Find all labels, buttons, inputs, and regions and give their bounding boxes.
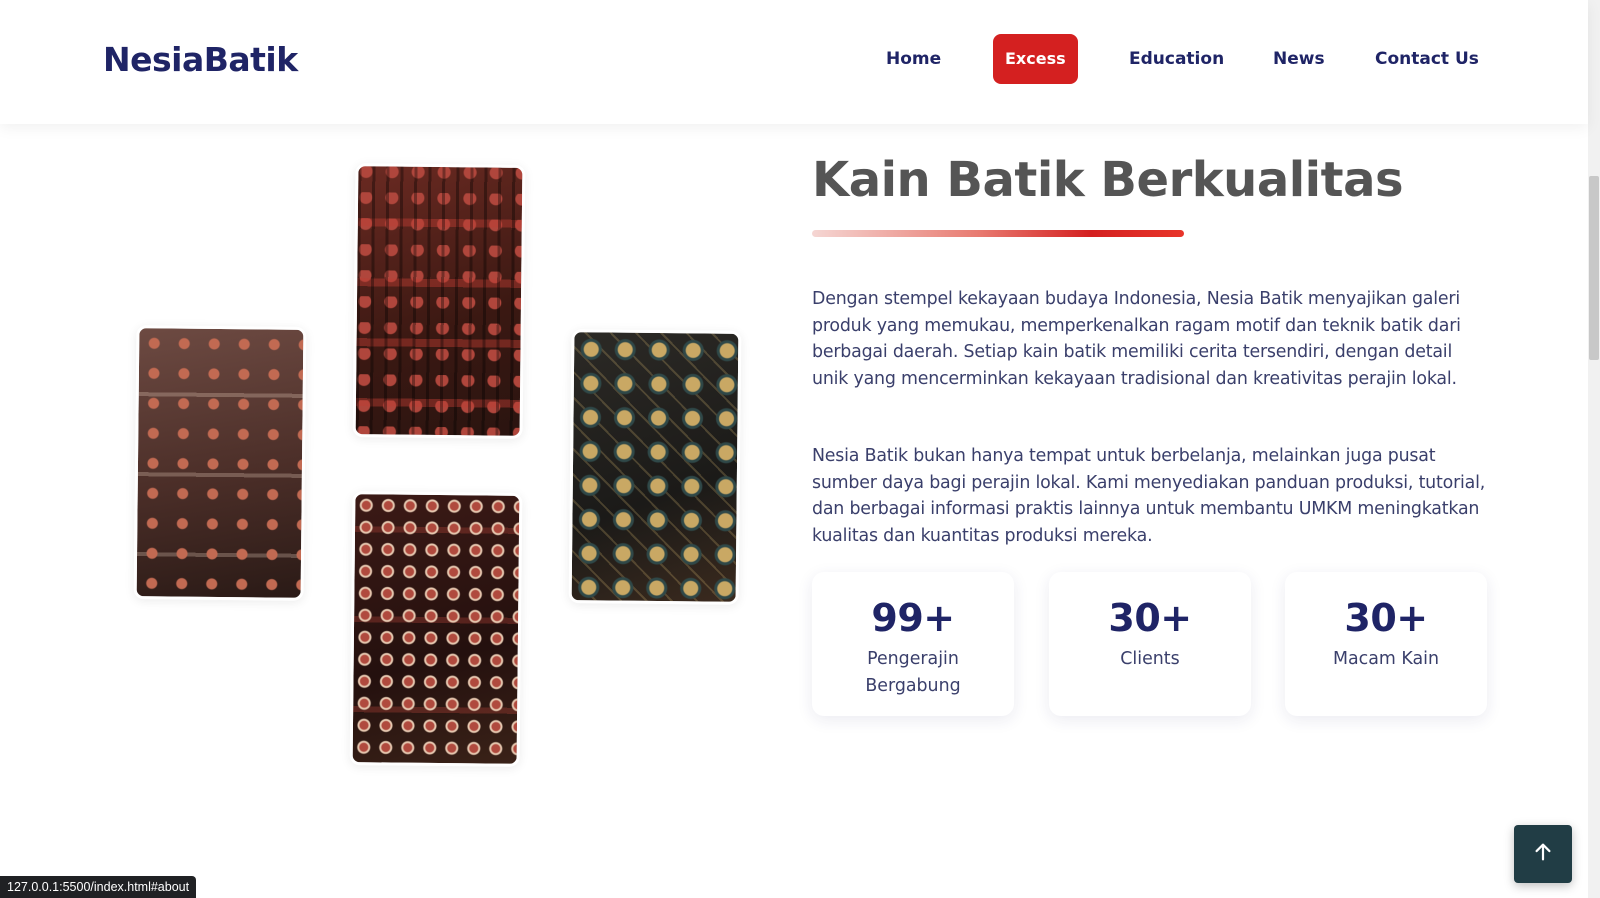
batik-fabric-image [355, 166, 523, 436]
stat-card: 99+ Pengerajin Bergabung [812, 572, 1014, 716]
title-underline [812, 230, 1184, 237]
stat-card: 30+ Macam Kain [1285, 572, 1487, 716]
batik-photo-2 [352, 163, 526, 439]
stat-label: Pengerajin Bergabung [865, 649, 961, 696]
stat-value: 99+ [871, 596, 955, 640]
batik-fabric-image [571, 332, 739, 602]
scrollbar-track[interactable] [1588, 0, 1600, 898]
batik-photo-1 [133, 325, 307, 601]
nav-contact-us[interactable]: Contact Us [1375, 34, 1479, 84]
about-paragraph: Nesia Batik bukan hanya tempat untuk ber… [812, 446, 1486, 546]
stat-card: 30+ Clients [1049, 572, 1251, 716]
back-to-top-button[interactable] [1514, 825, 1572, 883]
batik-photo-4 [568, 329, 742, 605]
section-title: Kain Batik Berkualitas [812, 152, 1404, 208]
nav-education[interactable]: Education [1129, 34, 1224, 84]
stat-value: 30+ [1108, 596, 1192, 640]
batik-photo-3 [349, 491, 523, 767]
batik-fabric-image [352, 494, 520, 764]
status-bar-url: 127.0.0.1:5500/index.html#about [0, 876, 197, 898]
stat-value: 30+ [1344, 596, 1428, 640]
nav-excess[interactable]: Excess [993, 34, 1078, 84]
nav-news[interactable]: News [1273, 34, 1325, 84]
batik-fabric-image [136, 328, 304, 598]
site-header: NesiaBatik Home Excess Education News Co… [0, 0, 1588, 124]
scrollbar-thumb[interactable] [1589, 176, 1599, 360]
main-nav: Home Excess Education News Contact Us [0, 34, 1588, 86]
stat-label: Macam Kain [1333, 649, 1439, 669]
nav-home[interactable]: Home [886, 34, 941, 84]
stat-label: Clients [1120, 649, 1180, 669]
about-paragraph: Dengan stempel kekayaan budaya Indonesia… [812, 289, 1461, 389]
arrow-up-icon [1532, 841, 1554, 868]
